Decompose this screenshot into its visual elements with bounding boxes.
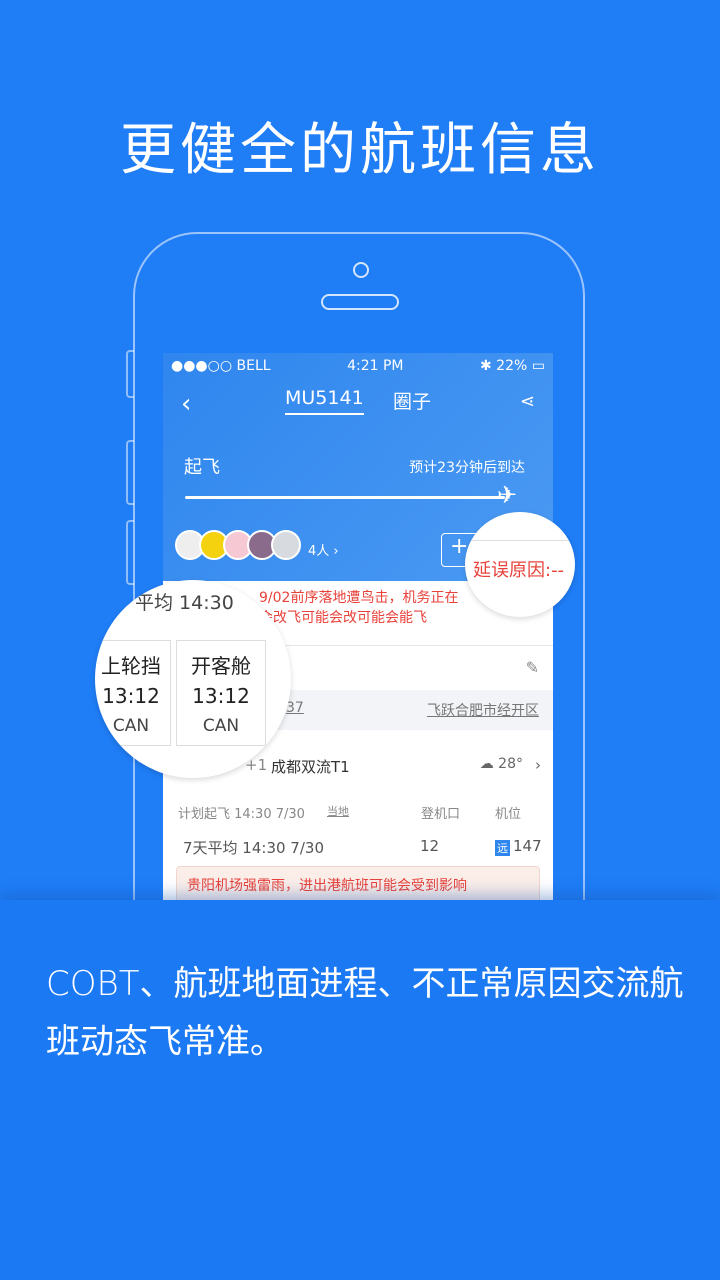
cell-time: 13:12	[192, 684, 250, 708]
progress-cell-door-open: 开客舱 13:12 CAN	[176, 640, 266, 746]
flight-stage: 起飞	[184, 457, 220, 478]
tab-flight[interactable]: MU5141	[285, 387, 364, 415]
back-icon[interactable]: ‹	[181, 389, 191, 419]
cell-title: 上轮挡	[101, 654, 161, 678]
stand: 147	[513, 837, 542, 855]
avg-partial: 平均 14:30	[135, 592, 234, 614]
battery-level: 22%	[496, 358, 528, 374]
eta: 预计23分钟后到达	[409, 460, 525, 476]
magnifier-delay-reason: 延误原因:--	[465, 512, 575, 617]
member-count[interactable]: 4人 ›	[308, 540, 339, 559]
gate-header: 登机口	[421, 807, 461, 822]
avatar	[271, 530, 301, 560]
progress-cell-chocks-on: 上轮挡 13:12 CAN	[95, 640, 171, 746]
address-link[interactable]: 飞跃合肥市经开区	[427, 700, 539, 720]
progress-track	[185, 496, 505, 499]
member-avatars[interactable]	[175, 530, 301, 560]
plan-time: 计划起飞 14:30 7/30	[178, 807, 305, 822]
stand-header: 机位	[495, 807, 522, 822]
nav-bar: ‹ MU5141 圈子 ⋖	[163, 379, 553, 429]
battery: ✱ 22% ▭	[479, 358, 545, 374]
local-time-link[interactable]: 当地	[327, 803, 349, 819]
weather-warning: 贵阳机场强雷雨，进出港航班可能会受到影响	[176, 866, 540, 900]
cell-code: CAN	[202, 716, 240, 736]
clock: 4:21 PM	[347, 358, 404, 374]
tab-circle[interactable]: 圈子	[393, 387, 431, 414]
gate: 12	[420, 837, 440, 855]
phone-camera	[353, 262, 369, 278]
remote-stand-badge: 远	[495, 840, 510, 856]
cell-code: CAN	[112, 716, 150, 736]
plane-icon: ✈	[497, 481, 518, 509]
cell-title: 开客舱	[191, 654, 251, 678]
status-bar: ●●●○○ BELL 4:21 PM ✱ 22% ▭	[163, 353, 553, 379]
phone-speaker	[321, 294, 399, 310]
divider	[465, 540, 575, 541]
temperature: 28°	[498, 756, 523, 772]
delay-reason-label: 延误原因:--	[473, 560, 565, 581]
share-icon[interactable]: ⋖	[520, 391, 535, 412]
magnifier-ground-progress: 平均 14:30 上轮挡 13:12 CAN 开客舱 13:12 CAN	[95, 580, 291, 778]
cell-time: 13:12	[102, 684, 160, 708]
address-link[interactable]: 37	[286, 700, 304, 716]
feature-description: COBT、航班地面进程、不正常原因交流航班动态飞常准。	[46, 964, 684, 1062]
carrier: ●●●○○ BELL	[171, 358, 271, 374]
chevron-right-icon: ›	[535, 756, 541, 774]
weather-icon: ☁	[479, 756, 499, 772]
arrival-airport: 成都双流T1	[271, 758, 350, 776]
avg-time: 7天平均 14:30 7/30	[183, 839, 324, 857]
bluetooth-icon: ✱	[479, 358, 497, 374]
headline: 更健全的航班信息	[120, 118, 600, 183]
